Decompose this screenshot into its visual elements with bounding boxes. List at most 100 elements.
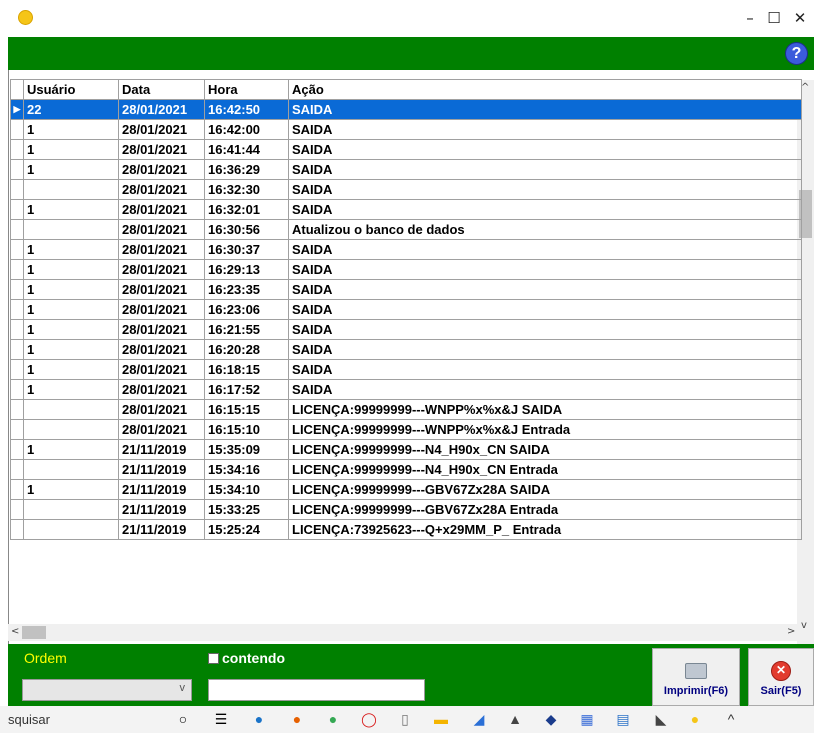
scroll-up-icon[interactable]: ^ [801, 82, 809, 93]
notes-icon[interactable]: ▤ [614, 710, 632, 728]
cell-data: 28/01/2021 [118, 219, 205, 240]
cell-data: 28/01/2021 [118, 139, 205, 160]
cell-hora: 16:18:15 [204, 359, 289, 380]
table-row[interactable]: 1 28/01/2021 16:17:52 SAIDA [10, 379, 802, 400]
chrome-icon[interactable]: ● [324, 710, 342, 728]
exit-icon: ✕ [771, 661, 791, 681]
table-row[interactable]: 1 28/01/2021 16:32:01 SAIDA [10, 199, 802, 220]
table-row[interactable]: 28/01/2021 16:30:56 Atualizou o banco de d… [10, 219, 802, 240]
horizontal-scrollbar[interactable]: < > [8, 624, 797, 641]
table-header-row: Usuário Data Hora Ação [10, 79, 802, 100]
table-row[interactable]: 1 21/11/2019 15:34:10 LICENÇA:99999999---GB… [10, 479, 802, 500]
cell-data: 21/11/2019 [118, 519, 205, 540]
exit-button[interactable]: ✕ Sair(F5) [748, 648, 814, 706]
table-row[interactable]: 1 28/01/2021 16:18:15 SAIDA [10, 359, 802, 380]
cell-acao: LICENÇA:99999999---N4_H90x_CN SAIDA [288, 439, 802, 460]
cell-hora: 16:30:37 [204, 239, 289, 260]
search-input[interactable] [208, 679, 425, 701]
table-row[interactable]: 1 28/01/2021 16:29:13 SAIDA [10, 259, 802, 280]
cell-data: 28/01/2021 [118, 199, 205, 220]
cell-data: 28/01/2021 [118, 319, 205, 340]
table-row[interactable]: 1 28/01/2021 16:23:35 SAIDA [10, 279, 802, 300]
cell-usuario: 1 [23, 339, 119, 360]
cell-usuario: 1 [23, 259, 119, 280]
opera-icon[interactable]: ◯ [360, 710, 378, 728]
cell-data: 21/11/2019 [118, 499, 205, 520]
app-running-icon[interactable]: ● [686, 710, 704, 728]
cell-data: 21/11/2019 [118, 479, 205, 500]
app-icon-dark[interactable]: ▲ [506, 710, 524, 728]
print-button-label: Imprimir(F6) [663, 685, 729, 697]
taskbar-search[interactable]: squisar [8, 712, 50, 727]
firefox-icon[interactable]: ● [288, 710, 306, 728]
table-row[interactable]: 1 28/01/2021 16:23:06 SAIDA [10, 299, 802, 320]
cell-acao: SAIDA [288, 279, 802, 300]
widgets-icon[interactable]: ☰ [212, 710, 230, 728]
database-icon[interactable]: ▦ [578, 710, 596, 728]
table-row[interactable]: 1 28/01/2021 16:30:37 SAIDA [10, 239, 802, 260]
column-header-acao[interactable]: Ação [288, 79, 802, 100]
ordem-select[interactable]: v [22, 679, 192, 701]
table-row[interactable]: 1 28/01/2021 16:36:29 SAIDA [10, 159, 802, 180]
row-indicator [10, 159, 24, 180]
horizontal-scroll-thumb[interactable] [22, 626, 46, 639]
task-view-icon[interactable]: ○ [174, 710, 192, 728]
cell-data: 28/01/2021 [118, 359, 205, 380]
close-button[interactable]: ✕ [786, 6, 814, 30]
row-indicator [10, 119, 24, 140]
row-indicator [10, 199, 24, 220]
table-row[interactable]: ▶ 22 28/01/2021 16:42:50 SAIDA [10, 99, 802, 120]
cell-acao: SAIDA [288, 179, 802, 200]
scroll-left-icon[interactable]: < [11, 626, 19, 637]
cell-acao: SAIDA [288, 339, 802, 360]
document-icon[interactable]: ▯ [396, 710, 414, 728]
column-header-data[interactable]: Data [118, 79, 205, 100]
cell-usuario [23, 519, 119, 540]
maximize-button[interactable]: ☐ [760, 6, 788, 30]
column-header-hora[interactable]: Hora [204, 79, 289, 100]
cell-data: 28/01/2021 [118, 159, 205, 180]
print-button[interactable]: Imprimir(F6) [652, 648, 740, 706]
table-row[interactable]: 28/01/2021 16:15:15 LICENÇA:99999999---WNP… [10, 399, 802, 420]
table-row[interactable]: 1 28/01/2021 16:20:28 SAIDA [10, 339, 802, 360]
scroll-down-icon[interactable]: v [801, 620, 807, 631]
row-indicator [10, 179, 24, 200]
table-row[interactable]: 1 28/01/2021 16:21:55 SAIDA [10, 319, 802, 340]
table-row[interactable]: 28/01/2021 16:32:30 SAIDA [10, 179, 802, 200]
app-icon-blue[interactable]: ◢ [470, 710, 488, 728]
table-row[interactable]: 28/01/2021 16:15:10 LICENÇA:99999999---WNP… [10, 419, 802, 440]
cell-usuario: 1 [23, 239, 119, 260]
cell-acao: LICENÇA:99999999---GBV67Zx28A SAIDA [288, 479, 802, 500]
row-indicator [10, 399, 24, 420]
toolbar: ? [8, 37, 814, 70]
table-row[interactable]: 1 21/11/2019 15:35:09 LICENÇA:99999999---N4… [10, 439, 802, 460]
row-indicator [10, 319, 24, 340]
cell-hora: 16:32:01 [204, 199, 289, 220]
folder-icon[interactable]: ▬ [432, 710, 450, 728]
table-row[interactable]: 21/11/2019 15:25:24 LICENÇA:73925623---Q+x… [10, 519, 802, 540]
table-row[interactable]: 21/11/2019 15:34:16 LICENÇA:99999999---N4_… [10, 459, 802, 480]
cell-hora: 15:34:10 [204, 479, 289, 500]
table-row[interactable]: 1 28/01/2021 16:41:44 SAIDA [10, 139, 802, 160]
title-bar: – ☐ ✕ [0, 0, 814, 36]
cell-hora: 16:17:52 [204, 379, 289, 400]
cell-hora: 16:41:44 [204, 139, 289, 160]
cell-acao: LICENÇA:99999999---WNPP%x%x&J SAIDA [288, 399, 802, 420]
chevron-down-icon[interactable]: v [180, 682, 186, 694]
contendo-checkbox[interactable] [208, 653, 219, 664]
table-row[interactable]: 1 28/01/2021 16:42:00 SAIDA [10, 119, 802, 140]
column-header-usuario[interactable]: Usuário [23, 79, 119, 100]
row-indicator [10, 219, 24, 240]
cell-hora: 16:15:15 [204, 399, 289, 420]
row-indicator [10, 239, 24, 260]
help-icon[interactable]: ? [785, 42, 808, 65]
edge-icon[interactable]: ● [250, 710, 268, 728]
cell-hora: 16:20:28 [204, 339, 289, 360]
bottom-panel: Ordem v contendo Imprimir(F6) ✕ Sair(F5) [8, 644, 814, 706]
system-tray-chevron-icon[interactable]: ^ [722, 710, 740, 728]
shield-icon[interactable]: ◆ [542, 710, 560, 728]
cell-usuario: 1 [23, 299, 119, 320]
tool-icon[interactable]: ◣ [652, 710, 670, 728]
scroll-right-icon[interactable]: > [787, 626, 795, 637]
table-row[interactable]: 21/11/2019 15:33:25 LICENÇA:99999999---GBV… [10, 499, 802, 520]
